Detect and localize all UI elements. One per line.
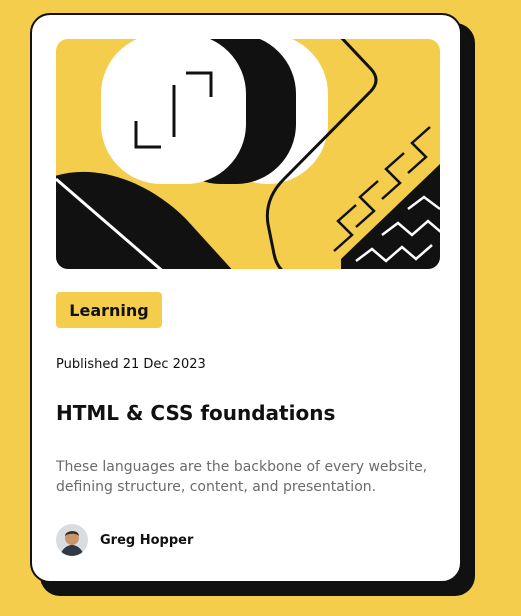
category-badge: Learning [56,292,162,328]
card-title[interactable]: HTML & CSS foundations [56,401,335,425]
blog-preview-card: Learning Published 21 Dec 2023 HTML & CS… [30,13,462,583]
card-description: These languages are the backbone of ever… [56,459,428,495]
avatar [56,524,88,556]
author-row: Greg Hopper [56,524,193,556]
published-date: Published 21 Dec 2023 [56,357,206,372]
hero-illustration [56,39,440,269]
author-name: Greg Hopper [100,532,194,548]
